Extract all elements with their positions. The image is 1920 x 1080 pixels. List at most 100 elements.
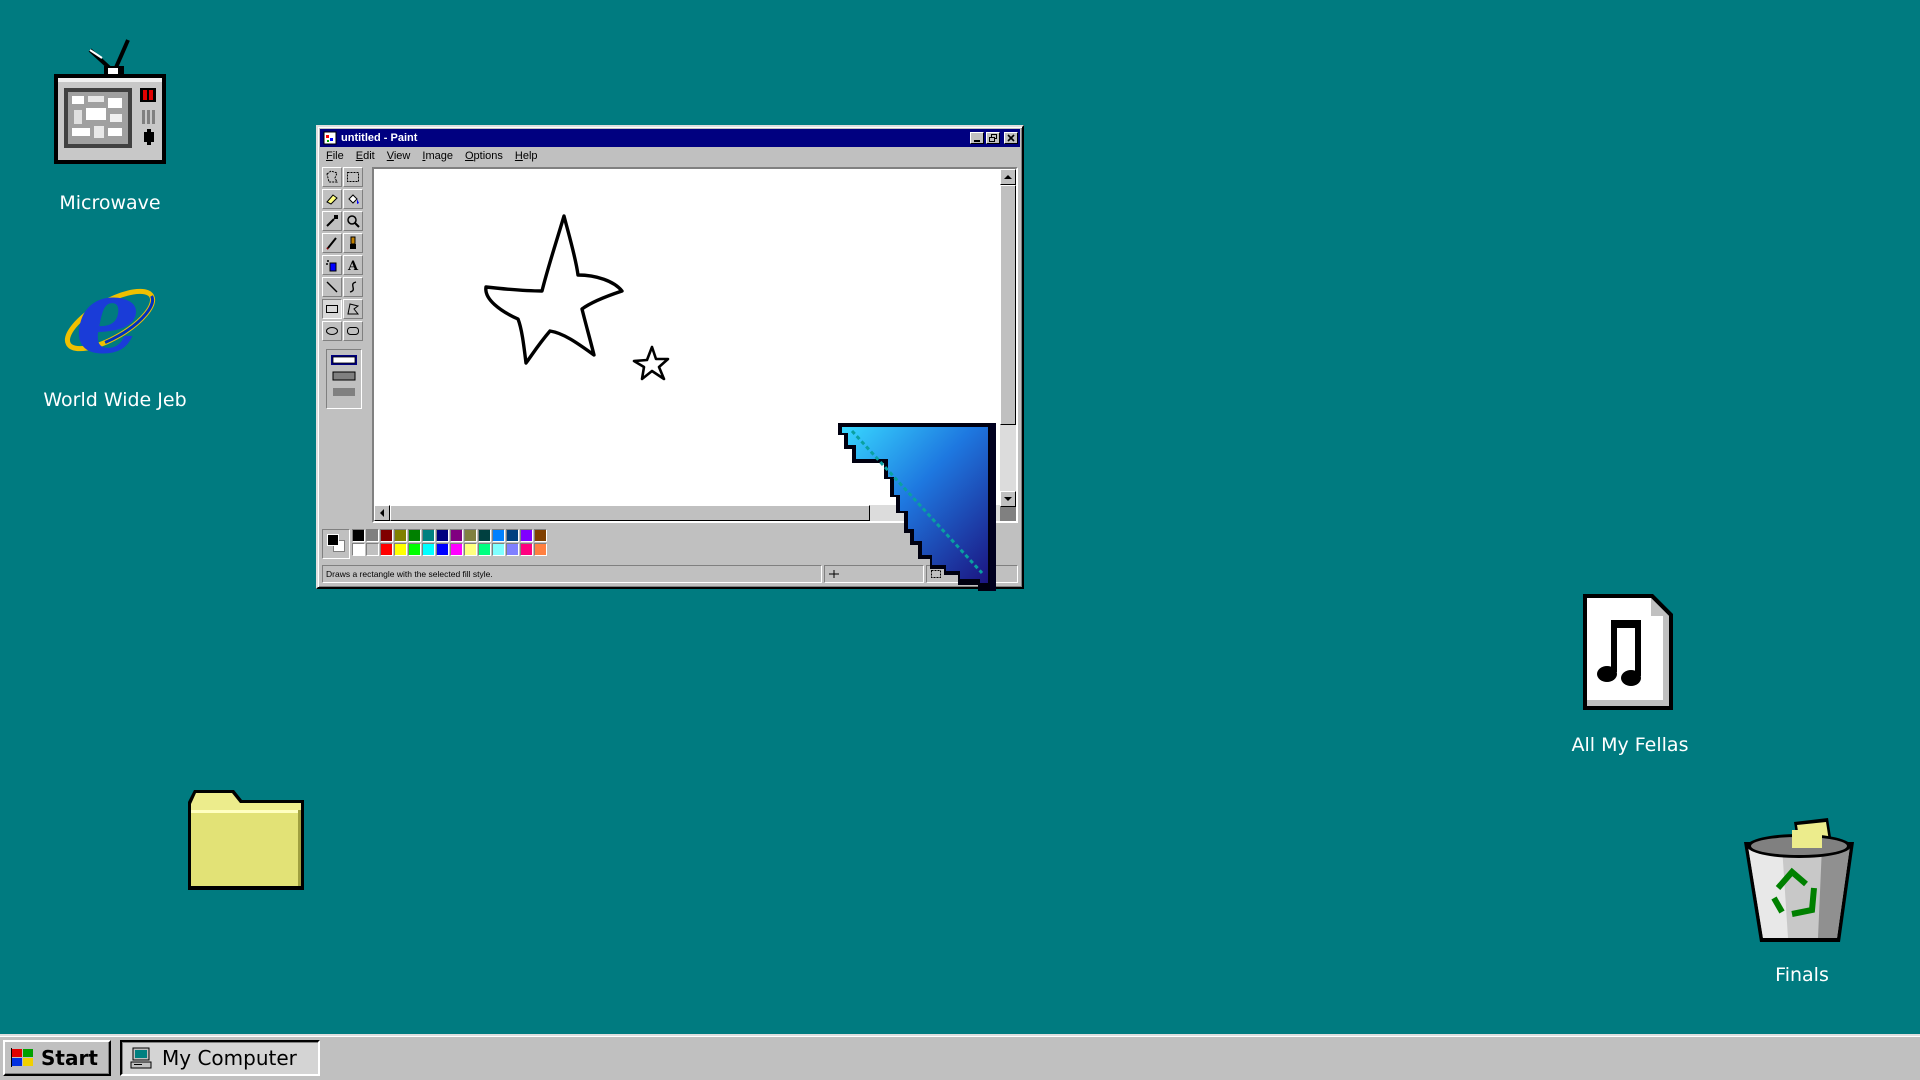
current-colors[interactable] <box>322 529 350 559</box>
rounded-rectangle-icon <box>347 327 359 335</box>
menu-image[interactable]: Image <box>416 150 459 162</box>
color-swatch[interactable] <box>436 529 449 542</box>
color-swatch[interactable] <box>380 529 393 542</box>
status-message: Draws a rectangle with the selected fill… <box>322 565 822 583</box>
desktop-icon-finals[interactable]: Finals <box>1732 812 1872 992</box>
curve-tool[interactable] <box>343 277 363 297</box>
fill-style-outline-fill[interactable] <box>331 371 357 381</box>
color-swatch[interactable] <box>520 543 533 556</box>
eraser-tool[interactable] <box>322 189 342 209</box>
rectangle-tool[interactable] <box>322 299 342 319</box>
foreground-color <box>327 534 339 546</box>
color-swatch[interactable] <box>506 529 519 542</box>
polygon-tool[interactable] <box>343 299 363 319</box>
color-swatch[interactable] <box>394 543 407 556</box>
title-bar[interactable]: untitled - Paint <box>320 129 1020 147</box>
color-swatch[interactable] <box>534 529 547 542</box>
free-select-tool[interactable] <box>322 167 342 187</box>
scroll-up-button[interactable] <box>1000 169 1016 185</box>
color-swatch[interactable] <box>366 543 379 556</box>
desktop-icon-label: All My Fellas <box>1571 734 1689 756</box>
ellipse-tool[interactable] <box>322 321 342 341</box>
airbrush-tool[interactable] <box>322 255 342 275</box>
color-swatch[interactable] <box>408 543 421 556</box>
folder-icon <box>188 790 304 890</box>
color-swatch[interactable] <box>352 529 365 542</box>
desktop-icon-label: Finals <box>1775 964 1829 986</box>
television-icon <box>54 39 166 164</box>
windows-logo-icon <box>11 1048 33 1067</box>
rect-select-tool[interactable] <box>343 167 363 187</box>
color-picker-tool[interactable] <box>322 211 342 231</box>
toolbox: A <box>322 167 364 527</box>
polygon-icon <box>347 303 360 315</box>
color-swatch[interactable] <box>422 543 435 556</box>
menu-file[interactable]: File <box>320 150 350 162</box>
arrow-down-icon <box>1004 497 1012 501</box>
vertical-scrollbar[interactable] <box>1000 169 1016 507</box>
fill-tool[interactable] <box>343 189 363 209</box>
restore-icon <box>989 134 997 142</box>
magnifier-tool[interactable] <box>343 211 363 231</box>
color-swatch[interactable] <box>520 529 533 542</box>
color-swatch[interactable] <box>422 529 435 542</box>
color-swatch[interactable] <box>366 529 379 542</box>
curve-icon <box>349 281 357 293</box>
maximize-button[interactable] <box>986 132 1000 144</box>
brush-tool[interactable] <box>343 233 363 253</box>
taskbar-item-my-computer[interactable]: My Computer <box>120 1040 320 1076</box>
desktop-icon-world-wide-jeb[interactable]: e World Wide Jeb <box>30 264 200 424</box>
brush-icon <box>350 236 356 249</box>
computer-icon <box>130 1047 152 1069</box>
vertical-scroll-thumb[interactable] <box>1000 185 1016 425</box>
internet-explorer-icon: e <box>64 270 156 376</box>
color-swatch[interactable] <box>464 543 477 556</box>
color-swatch[interactable] <box>352 543 365 556</box>
color-swatch[interactable] <box>394 529 407 542</box>
line-tool[interactable] <box>322 277 342 297</box>
arrow-up-icon <box>1004 175 1012 179</box>
color-swatch[interactable] <box>408 529 421 542</box>
color-swatch[interactable] <box>464 529 477 542</box>
color-swatch[interactable] <box>478 543 491 556</box>
scroll-down-button[interactable] <box>1000 491 1016 507</box>
minimize-button[interactable] <box>970 132 984 144</box>
svg-text:A: A <box>347 259 359 272</box>
start-label: Start <box>41 1046 98 1070</box>
free-select-icon <box>326 170 338 183</box>
menu-edit[interactable]: Edit <box>350 150 381 162</box>
color-swatch[interactable] <box>492 543 505 556</box>
rounded-rect-tool[interactable] <box>343 321 363 341</box>
menu-bar: File Edit View Image Options Help <box>320 147 1020 165</box>
color-swatch[interactable] <box>380 543 393 556</box>
color-swatch[interactable] <box>534 543 547 556</box>
color-swatch[interactable] <box>450 529 463 542</box>
minimize-icon <box>974 140 980 142</box>
fill-style-options <box>326 349 362 409</box>
scroll-left-button[interactable] <box>374 505 390 521</box>
window-title: untitled - Paint <box>341 132 418 144</box>
color-swatch[interactable] <box>478 529 491 542</box>
text-tool[interactable]: A <box>343 255 363 275</box>
ellipse-icon <box>326 327 338 335</box>
desktop-icon-folder[interactable] <box>186 786 310 892</box>
fill-style-solid[interactable] <box>331 387 357 397</box>
menu-view[interactable]: View <box>381 150 417 162</box>
fill-style-outline[interactable] <box>331 355 357 365</box>
desktop-icon-microwave[interactable]: Microwave <box>40 30 180 230</box>
color-swatch[interactable] <box>492 529 505 542</box>
menu-options[interactable]: Options <box>459 150 509 162</box>
close-icon <box>1007 134 1015 142</box>
pencil-tool[interactable] <box>322 233 342 253</box>
color-swatch[interactable] <box>436 543 449 556</box>
pencil-icon <box>326 237 337 250</box>
text-icon: A <box>347 259 359 272</box>
start-button[interactable]: Start <box>3 1040 111 1076</box>
color-swatch[interactable] <box>450 543 463 556</box>
horizontal-scroll-thumb[interactable] <box>390 505 870 521</box>
line-icon <box>326 281 338 293</box>
color-swatch[interactable] <box>506 543 519 556</box>
desktop-icon-all-my-fellas[interactable]: All My Fellas <box>1560 588 1700 768</box>
menu-help[interactable]: Help <box>509 150 544 162</box>
close-button[interactable] <box>1004 132 1018 144</box>
